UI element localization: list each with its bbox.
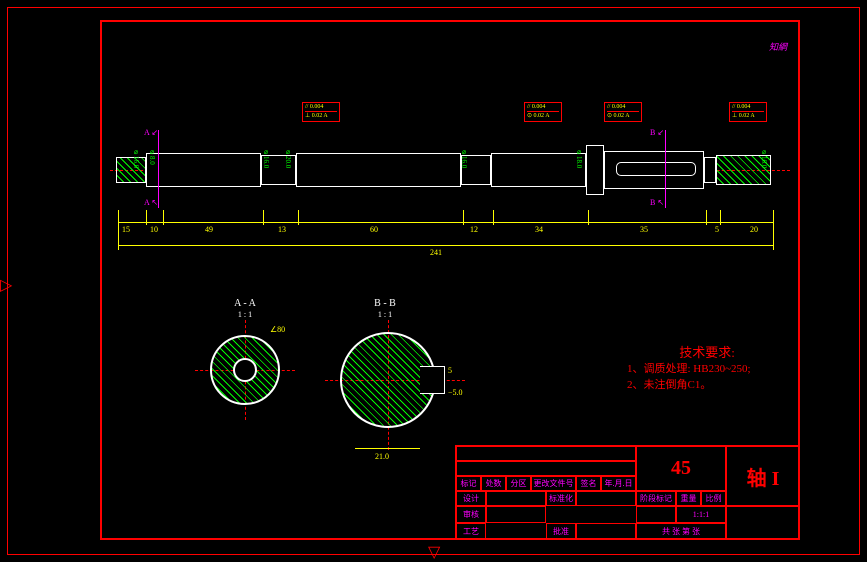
gdt-frame-3: // 0.004 ⊙ 0.02 A [604, 102, 642, 122]
len-10: 20 [750, 225, 758, 234]
shaft-main-view [116, 135, 786, 215]
tech-requirements: 技术要求: 1、调质处理: HB230~250; 2、未注倒角C1。 [627, 345, 787, 393]
tb-f4: 共 张 第 张 [636, 523, 726, 540]
cut-line-b [665, 130, 666, 208]
tb-std-blank [576, 491, 636, 506]
tb-h5: 签名 [576, 476, 601, 491]
tick-3 [163, 210, 164, 225]
watermark-text: 知網 [769, 40, 787, 53]
len-4: 13 [278, 225, 286, 234]
tb-material: 45 [636, 446, 726, 491]
len-1: 15 [122, 225, 130, 234]
tick-10 [720, 210, 721, 225]
section-a-inner [233, 358, 257, 382]
dim-d6: ⌀18.0 [575, 148, 583, 168]
gdt-2-top: // 0.004 [527, 103, 559, 112]
len-3: 49 [205, 225, 213, 234]
tb-design-blank [486, 491, 546, 506]
tb-f3: 批准 [546, 523, 576, 540]
sec-b-wdim [355, 448, 420, 449]
dim-d3: ⌀16.0 [262, 148, 270, 168]
tb-blank-r2 [456, 461, 636, 476]
tick-1 [118, 210, 119, 250]
tb-std: 标准化 [546, 491, 576, 506]
section-b-keycut [420, 366, 445, 394]
gdt-frame-1: // 0.004 ⊥ 0.02 A [302, 102, 340, 122]
tick-6 [463, 210, 464, 225]
dim-row-1 [118, 222, 773, 223]
len-5: 60 [370, 225, 378, 234]
tech-title: 技术要求: [627, 345, 787, 361]
len-9: 5 [715, 225, 719, 234]
tick-11 [773, 210, 774, 250]
tick-2 [146, 210, 147, 225]
shaft-seg-4 [296, 153, 461, 187]
tb-part-blank [726, 506, 800, 540]
dim-row-total [118, 245, 773, 246]
dim-d4: ⌀20.0 [284, 148, 292, 168]
keyway-slot [616, 162, 696, 176]
sec-b-width: 21.0 [375, 452, 389, 461]
gdt-frame-2: // 0.004 ⊙ 0.02 A [524, 102, 562, 122]
len-total: 241 [430, 248, 442, 257]
tb-h3: 分区 [506, 476, 531, 491]
gdt-3-top: // 0.004 [607, 103, 639, 112]
tick-7 [493, 210, 494, 225]
tick-5 [298, 210, 299, 225]
tb-h1: 标记 [456, 476, 481, 491]
tech-line-2: 2、未注倒角C1。 [627, 377, 787, 393]
tb-r4: 1:1:1 [676, 506, 726, 523]
tb-h4: 更改文件号 [531, 476, 576, 491]
len-8: 35 [640, 225, 648, 234]
gdt-1-top: // 0.004 [305, 103, 337, 112]
gdt-2-bot: ⊙ 0.02 A [527, 112, 559, 121]
tb-r4b [636, 506, 676, 523]
gdt-1-bot: ⊥ 0.02 A [305, 112, 337, 121]
tick-8 [588, 210, 589, 225]
tb-f1b [486, 506, 546, 523]
cad-canvas: 知網 // 0.004 ⊥ 0.02 A // 0.004 ⊙ 0.02 A /… [0, 0, 867, 562]
gdt-frame-4: // 0.004 ⊥ 0.02 A [729, 102, 767, 122]
section-b-label: B - B [355, 298, 415, 309]
title-block: 标记 处数 分区 更改文件号 签名 年.月.日 设计 标准化 审核 工艺 批准 … [455, 445, 800, 540]
dim-d1: ⌀16.0 [132, 148, 140, 168]
len-6: 12 [470, 225, 478, 234]
tb-r2: 重量 [676, 491, 701, 506]
tb-blank-r1 [456, 446, 636, 461]
tick-4 [263, 210, 264, 225]
len-7: 34 [535, 225, 543, 234]
tb-h2: 处数 [481, 476, 506, 491]
arrow-bottom: ▽ [428, 542, 440, 562]
gdt-3-bot: ⊙ 0.02 A [607, 112, 639, 121]
sec-b-depth: −5.0 [448, 388, 463, 397]
section-a-scale: 1 : 1 [215, 310, 275, 319]
tb-r3: 比例 [701, 491, 726, 506]
tb-h6: 年.月.日 [601, 476, 636, 491]
dim-d7: ⌀16.0 [760, 148, 768, 168]
shaft-seg-6 [491, 153, 586, 187]
tb-f3b [576, 523, 636, 540]
sec-a-angle: ∠80 [270, 325, 285, 334]
tb-f2: 工艺 [456, 523, 486, 540]
cut-line-a [158, 130, 159, 208]
section-a-label: A - A [215, 298, 275, 309]
section-b-scale: 1 : 1 [355, 310, 415, 319]
dim-d5: ⌀16.0 [460, 148, 468, 168]
tick-9 [706, 210, 707, 225]
len-2: 10 [150, 225, 158, 234]
gdt-4-bot: ⊥ 0.02 A [732, 112, 764, 121]
tb-f1: 审核 [456, 506, 486, 523]
arrow-left: ▷ [0, 275, 12, 295]
gdt-4-top: // 0.004 [732, 103, 764, 112]
tb-r1: 阶段标记 [636, 491, 676, 506]
tech-line-1: 1、调质处理: HB230~250; [627, 361, 787, 377]
tb-design: 设计 [456, 491, 486, 506]
shaft-seg-flange [586, 145, 604, 195]
shaft-seg-2 [146, 153, 261, 187]
tb-part-name: 轴 I [726, 446, 800, 506]
sec-b-key: 5 [448, 366, 452, 375]
shaft-seg-1 [116, 157, 146, 183]
dim-d2: ⌀8.0 [148, 148, 156, 165]
shaft-seg-8 [704, 157, 716, 183]
